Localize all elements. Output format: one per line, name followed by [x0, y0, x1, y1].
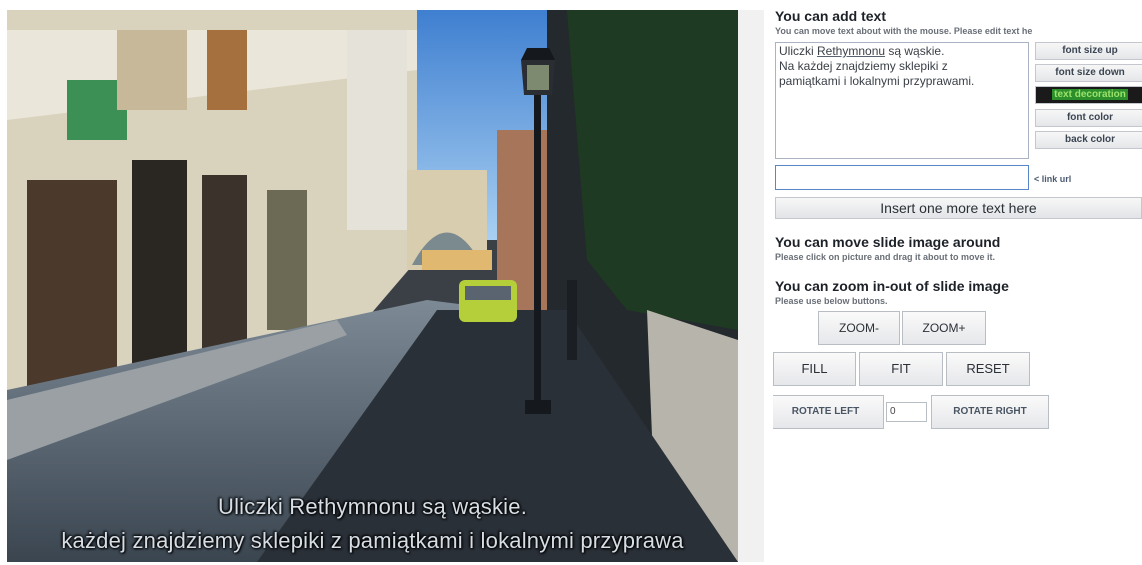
- link-url-input[interactable]: [775, 165, 1029, 190]
- rotate-right-button[interactable]: ROTATE RIGHT: [931, 395, 1049, 429]
- fill-button[interactable]: FILL: [773, 352, 856, 386]
- street-photo: [7, 10, 738, 562]
- zoom-heading: You can zoom in-out of slide image: [775, 278, 1009, 294]
- move-hint: Please click on picture and drag it abou…: [775, 252, 996, 262]
- add-text-heading: You can add text: [775, 8, 886, 24]
- photo-divider: [738, 10, 764, 562]
- font-color-button[interactable]: font color: [1035, 109, 1142, 127]
- slide-text-line-2[interactable]: każdej znajdziemy sklepiki z pamiątkami …: [7, 528, 738, 554]
- back-color-button[interactable]: back color: [1035, 131, 1142, 149]
- fit-button[interactable]: FIT: [859, 352, 943, 386]
- add-text-hint: You can move text about with the mouse. …: [775, 26, 1033, 36]
- font-size-up-button[interactable]: font size up: [1035, 42, 1142, 60]
- rotate-left-button[interactable]: ROTATE LEFT: [773, 395, 884, 429]
- text-decoration-label: text decoration: [1052, 89, 1128, 100]
- slide-image[interactable]: Uliczki Rethymnonu są wąskie. każdej zna…: [7, 10, 738, 562]
- zoom-out-button[interactable]: ZOOM-: [818, 311, 900, 345]
- text-edit-area[interactable]: Uliczki Rethymnonu są wąskie. Na każdej …: [775, 42, 1029, 159]
- insert-text-button[interactable]: Insert one more text here: [775, 197, 1142, 219]
- zoom-hint: Please use below buttons.: [775, 296, 888, 306]
- zoom-in-button[interactable]: ZOOM+: [902, 311, 986, 345]
- font-size-down-button[interactable]: font size down: [1035, 64, 1142, 82]
- move-heading: You can move slide image around: [775, 234, 1001, 250]
- rotate-degree-input[interactable]: 0: [886, 402, 927, 422]
- editor-panel: You can add text You can move text about…: [773, 8, 1142, 565]
- slide-text-line-1[interactable]: Uliczki Rethymnonu są wąskie.: [7, 494, 738, 520]
- reset-button[interactable]: RESET: [946, 352, 1030, 386]
- link-url-label: < link url: [1034, 174, 1072, 184]
- textarea-line-3: pamiątkami i lokalnymi przyprawami.: [779, 74, 975, 88]
- textarea-line-2: Na każdej znajdziemy sklepiki z: [779, 59, 948, 73]
- text-decoration-button[interactable]: text decoration: [1035, 86, 1142, 104]
